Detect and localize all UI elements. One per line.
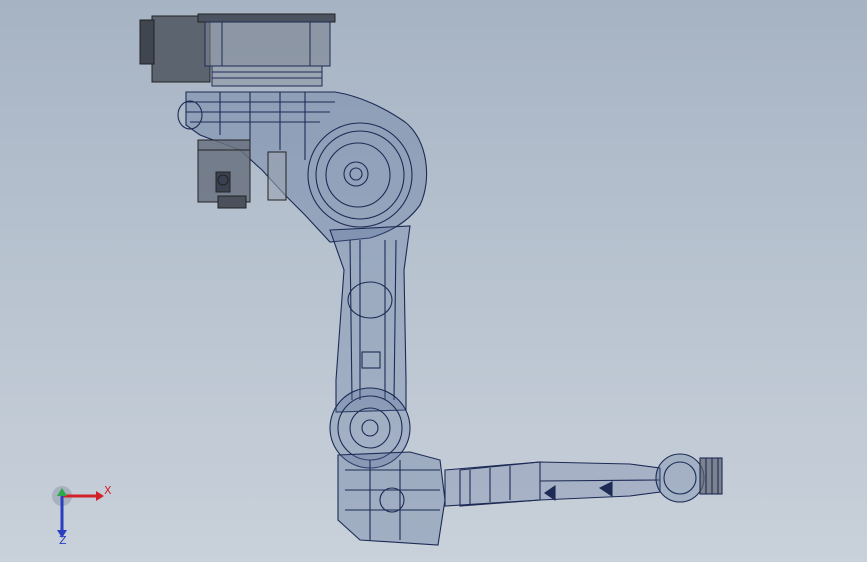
x-axis-arrow-icon bbox=[96, 491, 104, 501]
wrist-flange bbox=[655, 453, 723, 503]
orientation-triad: X Z bbox=[52, 484, 112, 546]
elbow-joint bbox=[329, 387, 446, 546]
3d-viewport[interactable]: X Z bbox=[0, 0, 867, 562]
robot-arm-model[interactable] bbox=[0, 0, 867, 562]
z-axis-label: Z bbox=[59, 534, 67, 546]
top-motor-assembly bbox=[139, 13, 336, 87]
x-axis-label: X bbox=[104, 484, 112, 497]
upper-arm-link bbox=[329, 225, 411, 413]
forearm-link bbox=[444, 461, 661, 507]
